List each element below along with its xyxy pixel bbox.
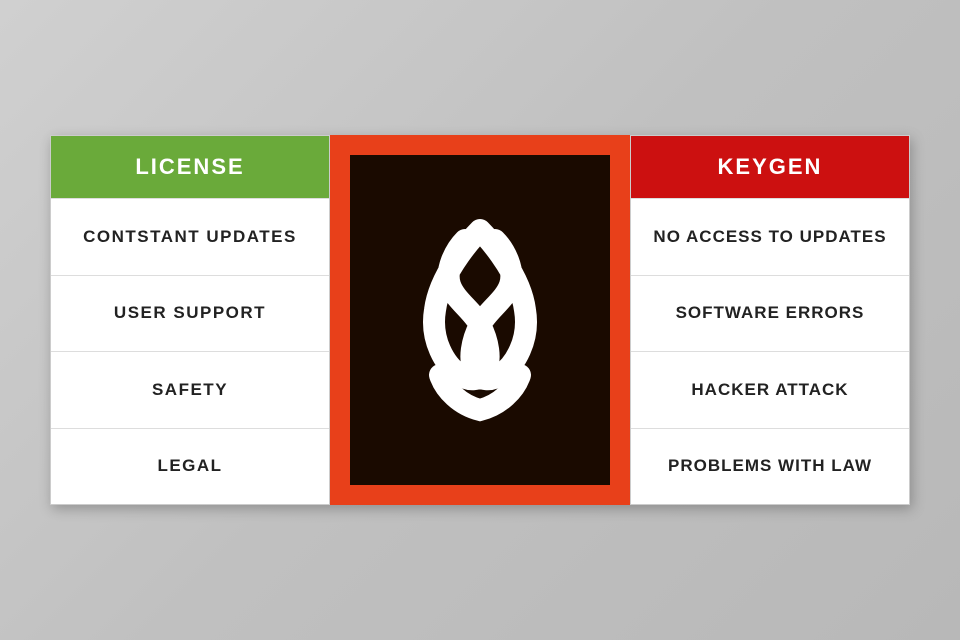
keygen-item-1: NO ACCESS TO UPDATES (631, 198, 909, 275)
keygen-item-2: SOFTWARE ERRORS (631, 275, 909, 352)
license-header: LICENSE (51, 136, 329, 198)
adobe-logo-icon (390, 210, 570, 430)
license-item-2: USER SUPPORT (51, 275, 329, 352)
keygen-item-4: PROBLEMS WITH LAW (631, 428, 909, 505)
license-item-4: LEGAL (51, 428, 329, 505)
main-container: LICENSE CONTSTANT UPDATES USER SUPPORT S… (50, 135, 910, 505)
adobe-column (330, 135, 630, 505)
license-column: LICENSE CONTSTANT UPDATES USER SUPPORT S… (50, 135, 330, 505)
license-item-1: CONTSTANT UPDATES (51, 198, 329, 275)
adobe-icon-box (350, 155, 610, 485)
keygen-header: KEYGEN (631, 136, 909, 198)
license-item-3: SAFETY (51, 351, 329, 428)
keygen-item-3: HACKER ATTACK (631, 351, 909, 428)
keygen-column: KEYGEN NO ACCESS TO UPDATES SOFTWARE ERR… (630, 135, 910, 505)
